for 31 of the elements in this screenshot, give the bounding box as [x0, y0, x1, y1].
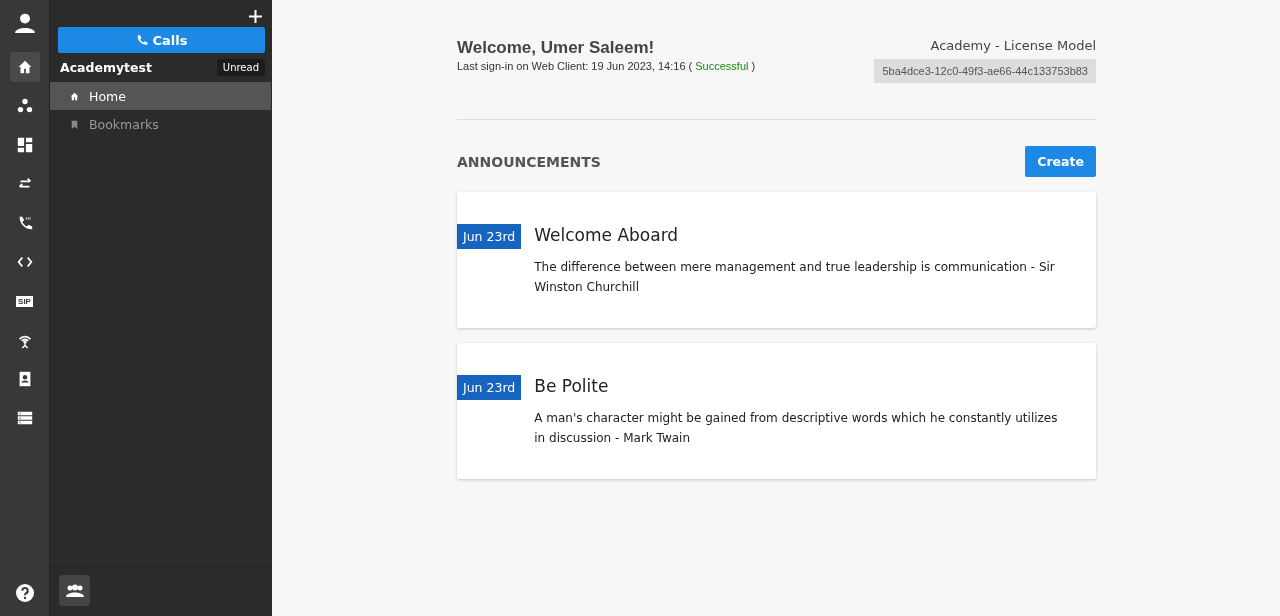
date-label: Jun 23rd [457, 224, 522, 249]
group-icon [65, 583, 84, 598]
user-icon [13, 12, 36, 34]
team-button[interactable] [59, 575, 90, 606]
license-model: Academy - License Model [930, 38, 1096, 53]
announcement-text: A man's character might be gained from descriptive words which he constantly utilizes in discussion - Mark Twain [534, 410, 1059, 447]
unread-badge[interactable]: Unread [216, 59, 265, 76]
cluster-icon [15, 97, 34, 115]
announcement-title: Welcome Aboard [534, 225, 680, 245]
list-icon [15, 409, 34, 427]
sip-icon: SIP [16, 295, 33, 307]
welcome-heading: Welcome, Umer Saleem! [457, 38, 656, 58]
calls-button[interactable]: Calls [58, 27, 265, 53]
create-button[interactable]: Create [1025, 146, 1096, 177]
nav-rail-button[interactable]: SIP [9, 286, 40, 316]
date-label: Jun 23rd [457, 375, 522, 400]
announcement-title: Be Polite [534, 376, 610, 396]
home-icon [69, 90, 80, 102]
announcement-text: The difference between mere management and true leadership is communication - Sir Winston Churchill [534, 259, 1056, 296]
nav-rail-button[interactable] [9, 52, 40, 82]
account-name: Academytest [60, 60, 152, 75]
last-signin-text: Last sign-in on Web Client: 19 Jun 2023, 14:16 ( Successful ) [457, 60, 756, 72]
license-key: 5ba4dce3-12c0-49f3-ae66-44c133753b83 [874, 59, 1096, 83]
sidebar-item[interactable]: Home [50, 82, 271, 110]
phone-icon [135, 34, 148, 46]
sidebar-item[interactable]: Bookmarks [50, 110, 271, 138]
help-icon[interactable] [15, 584, 34, 602]
dashboard-icon [15, 136, 34, 154]
bookmark-icon [69, 118, 80, 130]
add-icon[interactable] [249, 10, 262, 23]
section-heading: ANNOUNCEMENTS [457, 153, 601, 170]
